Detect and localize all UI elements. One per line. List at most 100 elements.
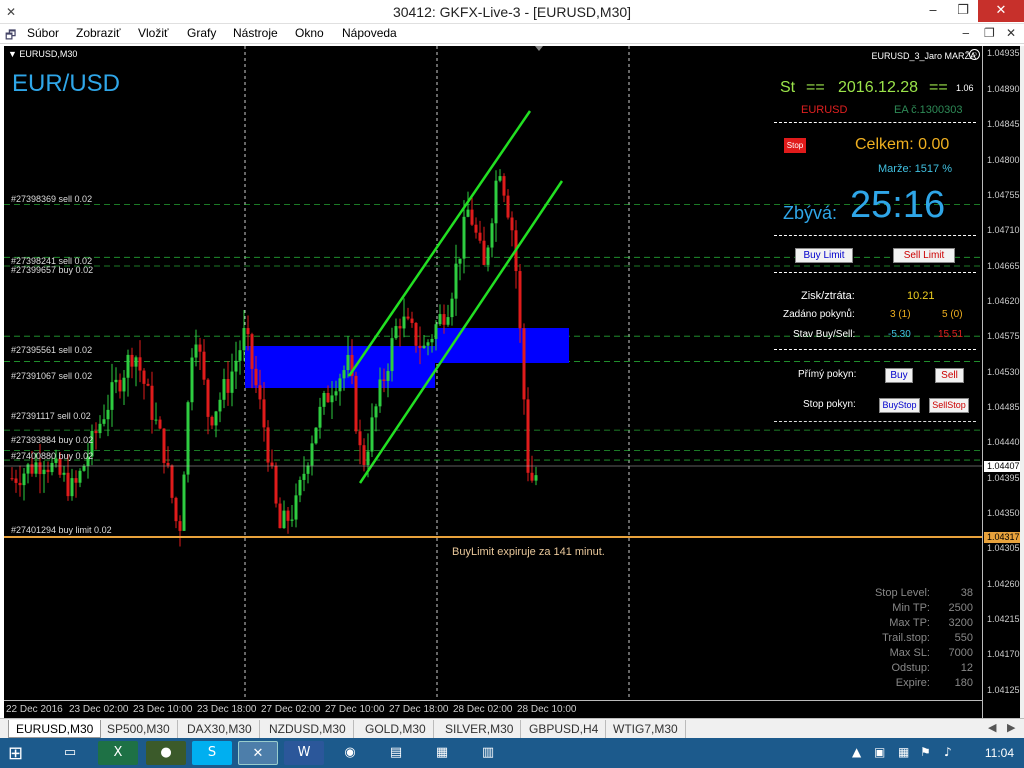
tab-wtig7[interactable]: WTIG7,M30 (606, 720, 686, 738)
candle-bear (158, 419, 162, 429)
tab-silver[interactable]: SILVER,M30 (438, 720, 522, 738)
param-label: Trail.stop: (882, 632, 930, 644)
taskbar-app2-icon[interactable]: ▥ (468, 741, 508, 765)
chart-window: ▼ EURUSD,M30 EURUSD_3_Jaro MARŽA ☺ EUR/U… (4, 46, 1024, 718)
candle-bull (330, 395, 334, 403)
tab-gold[interactable]: GOLD,M30 (358, 720, 434, 738)
candle-bull (122, 377, 126, 392)
candle-bull (298, 479, 302, 496)
taskbar-skype-icon[interactable]: S (192, 741, 232, 765)
minimize-button[interactable]: ‒ (918, 0, 948, 22)
tab-gbpusd[interactable]: GBPUSD,H4 (522, 720, 607, 738)
date-separator-right: == (929, 79, 948, 96)
menu-window[interactable]: Okno (295, 26, 324, 40)
price-label: 1.04170 (987, 649, 1020, 659)
candle-bull (394, 326, 398, 339)
candle-bear (226, 379, 230, 393)
candle-bear (14, 478, 18, 483)
time-label: 27 Dec 02:00 (261, 704, 321, 715)
menu-view[interactable]: Zobraziť (76, 26, 121, 40)
zbyva-label: Zbývá: (783, 203, 838, 223)
taskbar-globe-icon[interactable]: ● (146, 741, 186, 765)
price-axis[interactable]: 1.04935 1.04890 1.04845 1.04800 1.04755 … (982, 46, 1022, 718)
close-button[interactable]: ✕ (978, 0, 1024, 22)
candle-bull (346, 354, 350, 371)
flag-icon[interactable]: ⚑ (920, 745, 931, 759)
tray-arrow-icon[interactable]: ▲ (852, 745, 861, 759)
candle-bull (234, 360, 238, 372)
buy-limit-button[interactable]: Buy Limit (795, 248, 853, 263)
menu-charts[interactable]: Grafy (187, 26, 216, 40)
taskbar-folder-icon[interactable]: ▤ (376, 741, 416, 765)
candle-bear (326, 393, 330, 403)
countdown-timer: 25:16 (850, 184, 946, 226)
price-label: 1.04485 (987, 402, 1020, 412)
doc-restore-button[interactable]: ❐ (984, 26, 995, 40)
date-label: 2016.12.28 (838, 79, 919, 96)
taskbar-mt4-icon[interactable]: ✕ (238, 741, 278, 765)
panel-symbol: EURUSD (801, 104, 848, 116)
doc-close-button[interactable]: ✕ (1006, 26, 1016, 40)
candle-bull (230, 371, 234, 393)
tab-eurusd[interactable]: EURUSD,M30 (8, 720, 102, 738)
direct-order-label: Přímý pokyn: (798, 369, 857, 380)
tab-dax30[interactable]: DAX30,M30 (180, 720, 260, 738)
candle-bull (402, 316, 406, 329)
sellstop-button[interactable]: SellStop (929, 398, 969, 413)
candle-bull (70, 478, 74, 497)
candle-bear (74, 478, 78, 483)
time-label: 28 Dec 02:00 (453, 704, 513, 715)
taskbar-word-icon[interactable]: W (284, 741, 324, 765)
menu-tools[interactable]: Nástroje (233, 26, 278, 40)
windows-start-icon[interactable]: ⊞ (8, 743, 23, 764)
candle-bull (438, 314, 442, 325)
clock: 11:04 (984, 746, 1014, 760)
sell-limit-button[interactable]: Sell Limit (893, 248, 955, 263)
time-label: 27 Dec 10:00 (325, 704, 385, 715)
candle-bull (50, 462, 54, 473)
candle-bear (414, 322, 418, 346)
tab-scroll-right-icon[interactable]: ▶ (1007, 721, 1015, 734)
panel-divider (774, 122, 976, 123)
param-value: 12 (960, 662, 973, 674)
chart-symbol-header[interactable]: ▼ EURUSD,M30 (8, 49, 77, 59)
menu-insert[interactable]: Vložiť (138, 26, 169, 40)
menu-help[interactable]: Nápoveda (342, 26, 397, 40)
param-label: Min TP: (892, 602, 930, 614)
candle-bull (106, 409, 110, 420)
tab-scroll-left-icon[interactable]: ◀ (988, 721, 996, 734)
buy-button[interactable]: Buy (885, 368, 913, 383)
order-label: #27395561 sell 0.02 (11, 345, 93, 355)
taskbar-excel-icon[interactable]: X (98, 741, 138, 765)
taskbar-app-icon[interactable]: ▦ (422, 741, 462, 765)
pl-label: Zisk/ztráta: (801, 290, 855, 302)
candle-bear (118, 379, 122, 392)
restore-button[interactable]: ❐ (948, 0, 978, 22)
network-icon[interactable]: ▦ (898, 745, 909, 759)
price-label: 1.04215 (987, 614, 1020, 624)
volume-icon[interactable]: ♪ (944, 745, 952, 759)
taskbar-chrome-icon[interactable]: ◉ (330, 741, 370, 765)
param-value: 7000 (948, 647, 973, 659)
tab-sp500[interactable]: SP500,M30 (100, 720, 178, 738)
param-label: Odstup: (891, 662, 930, 674)
candle-bear (142, 370, 146, 384)
tray-app-icon[interactable]: ▣ (874, 745, 885, 759)
doc-minimize-button[interactable]: ‒ (962, 26, 970, 40)
menu-file[interactable]: Súbor (27, 26, 59, 40)
time-axis: 22 Dec 2016 23 Dec 02:00 23 Dec 10:00 23… (4, 700, 982, 718)
right-edge-scroll[interactable] (1020, 46, 1024, 718)
candle-bull (430, 338, 434, 343)
document-icon[interactable]: 🗗 (5, 26, 16, 47)
price-label: 1.04935 (987, 48, 1020, 58)
buystop-button[interactable]: BuyStop (879, 398, 920, 413)
candle-bull (182, 474, 186, 531)
taskbar-explorer-icon[interactable]: ▭ (50, 741, 90, 765)
candle-bull (494, 180, 498, 224)
sell-button[interactable]: Sell (935, 368, 964, 383)
candle-bull (462, 216, 466, 259)
candle-bull (374, 406, 378, 418)
tab-nzdusd[interactable]: NZDUSD,M30 (262, 720, 354, 738)
stop-button[interactable]: Stop (784, 138, 806, 153)
candle-bull (310, 443, 314, 466)
